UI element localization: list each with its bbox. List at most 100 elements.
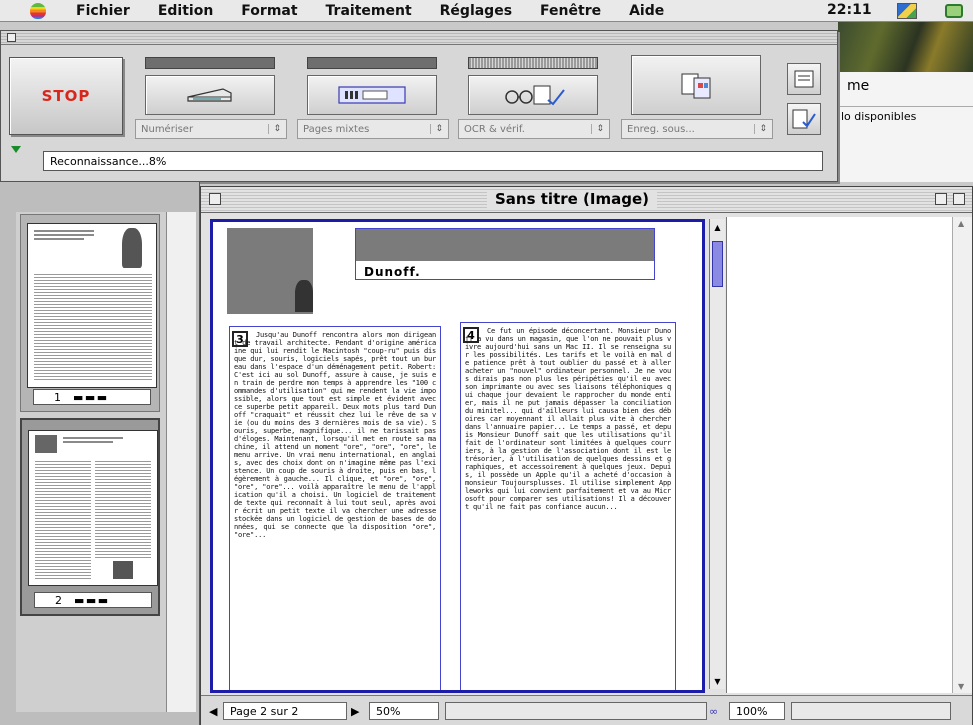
close-box-icon[interactable]: [209, 193, 221, 205]
page-1-number: 1: [54, 390, 61, 404]
chevron-updown-icon: ⇕: [591, 124, 604, 134]
menu-traitement[interactable]: Traitement: [326, 3, 412, 19]
scan-source-select[interactable]: Numériser ⇕: [135, 119, 287, 139]
ocr-progress-bar: [468, 57, 598, 69]
thumbnail-scrollbar[interactable]: [166, 212, 196, 712]
stage-pages: Pages mixtes ⇕: [297, 57, 449, 139]
stage-scan: Numériser ⇕: [135, 57, 287, 139]
page-2-number: 2: [55, 593, 62, 607]
scan-progress-bar: [145, 57, 275, 69]
recognized-text-pane[interactable]: [726, 217, 972, 693]
next-page-icon[interactable]: ▶: [351, 702, 359, 720]
page-layout-icon: [338, 86, 406, 104]
apple-menu-icon[interactable]: [30, 2, 46, 19]
verify-document-button[interactable]: [787, 103, 821, 135]
scanner-icon: [187, 88, 232, 102]
background-window-title: me: [847, 78, 870, 94]
page-1-preview: [27, 223, 157, 388]
page-1-dashes: ▬ ▬ ▬: [73, 390, 107, 404]
page-2-label: 2 ▬ ▬ ▬: [34, 592, 152, 608]
pages-mode-select[interactable]: Pages mixtes ⇕: [297, 119, 449, 139]
menu-format[interactable]: Format: [241, 3, 297, 19]
chevron-updown-icon: ⇕: [268, 124, 281, 134]
menu-edition[interactable]: Edition: [158, 3, 213, 19]
column-2-text: Ce fut un épisode déconcertant. Monsieur…: [465, 327, 671, 511]
page-2-preview: [28, 430, 158, 586]
page-1-illustration: [122, 228, 142, 268]
page-indicator: Page 2 sur 2: [223, 702, 347, 720]
scan-select-label: Numériser: [141, 123, 194, 135]
stage-save: Enreg. sous... ⇕: [621, 55, 773, 139]
background-window[interactable]: me lo disponibles: [838, 72, 973, 182]
page-2-dashes: ▬ ▬ ▬: [74, 593, 108, 607]
image-horizontal-scrollbar[interactable]: [445, 702, 707, 720]
ocr-button[interactable]: [468, 75, 598, 115]
heading-text: Dunoff.: [364, 265, 421, 279]
image-zoom-field[interactable]: 50%: [369, 702, 439, 720]
thumbnail-page-2[interactable]: 2 ▬ ▬ ▬: [20, 418, 160, 616]
save-select-label: Enreg. sous...: [627, 123, 695, 135]
image-window-titlebar[interactable]: Sans titre (Image): [201, 187, 972, 213]
document-settings-icon: [794, 70, 814, 88]
status-row: Reconnaissance...8%: [9, 146, 831, 173]
page-2-illustration: [113, 561, 133, 579]
pages-select-label: Pages mixtes: [303, 123, 370, 135]
heading-zone[interactable]: Dunoff.: [355, 228, 655, 280]
text-horizontal-scrollbar[interactable]: [791, 702, 951, 720]
column-1-text: Jusqu'au Dunoff rencontra alors mon diri…: [234, 331, 436, 539]
save-document-icon: [681, 73, 711, 99]
zoom-box-icon[interactable]: [935, 193, 947, 205]
chevron-updown-icon: ⇕: [754, 124, 767, 134]
page-2-column-right: [95, 459, 151, 559]
image-window-bottom-bar: ◀ Page 2 sur 2 ▶ 50% ∞ 100%: [201, 695, 972, 725]
save-as-button[interactable]: [631, 55, 761, 115]
help-icon[interactable]: [945, 4, 963, 18]
scroll-thumb[interactable]: [712, 241, 723, 287]
ocr-verify-icon: [505, 85, 565, 106]
image-vertical-scrollbar[interactable]: ▲ ▼: [709, 219, 725, 689]
menu-bar: Fichier Edition Format Traitement Réglag…: [0, 0, 973, 22]
scroll-down-arrow-icon[interactable]: ▼: [710, 673, 725, 689]
stop-button[interactable]: STOP: [9, 57, 123, 135]
image-window: Sans titre (Image) Dunoff. 3 Jusqu'au Du…: [200, 186, 973, 725]
save-format-select[interactable]: Enreg. sous... ⇕: [621, 119, 773, 139]
previous-page-icon[interactable]: ◀: [209, 702, 217, 720]
link-zoom-icon[interactable]: ∞: [709, 702, 718, 720]
pages-button[interactable]: [307, 75, 437, 115]
menu-reglages[interactable]: Réglages: [440, 3, 512, 19]
disclosure-triangle-icon[interactable]: [11, 146, 21, 153]
text-scroll-up-icon[interactable]: ▲: [958, 219, 964, 228]
status-field: Reconnaissance...8%: [43, 151, 823, 171]
palette-titlebar[interactable]: [1, 31, 837, 45]
collapse-box-icon[interactable]: [953, 193, 965, 205]
thumbnail-page-1[interactable]: 1 ▬ ▬ ▬: [20, 214, 160, 412]
menubar-clock[interactable]: 22:11: [827, 2, 872, 18]
scanned-page-canvas[interactable]: Dunoff. 3 Jusqu'au Dunoff rencontra alor…: [210, 219, 705, 693]
page-1-label: 1 ▬ ▬ ▬: [33, 389, 151, 405]
menu-aide[interactable]: Aide: [629, 3, 664, 19]
document-check-icon: [792, 109, 816, 129]
settings-document-button[interactable]: [787, 63, 821, 95]
page-2-column-left: [35, 459, 91, 579]
application-switcher-icon[interactable]: [897, 3, 917, 19]
heading-grey-block: [356, 229, 654, 261]
text-pane-scrollbar[interactable]: ▲ ▼: [952, 217, 972, 693]
ocr-mode-select[interactable]: OCR & vérif. ⇕: [458, 119, 610, 139]
picture-figure: [295, 280, 313, 312]
scroll-up-arrow-icon[interactable]: ▲: [710, 219, 725, 235]
scan-button[interactable]: [145, 75, 275, 115]
ocr-select-label: OCR & vérif.: [464, 123, 525, 135]
text-zone-4[interactable]: 4 Ce fut un épisode déconcertant. Monsie…: [460, 322, 676, 690]
page-1-text-block: [34, 272, 152, 382]
chevron-updown-icon: ⇕: [430, 124, 443, 134]
background-window-subtitle: lo disponibles: [839, 106, 973, 126]
page-2-image-block: [35, 435, 57, 453]
page-thumbnails-panel: 1 ▬ ▬ ▬ 2 ▬ ▬ ▬: [0, 182, 200, 725]
ocr-control-palette: STOP Numériser ⇕ Pages mixtes ⇕ OCR & vé…: [0, 30, 838, 182]
menu-fenetre[interactable]: Fenêtre: [540, 3, 601, 19]
text-scroll-down-icon[interactable]: ▼: [958, 682, 964, 691]
menu-fichier[interactable]: Fichier: [76, 3, 130, 19]
palette-close-box[interactable]: [7, 33, 16, 42]
text-zone-3[interactable]: 3 Jusqu'au Dunoff rencontra alors mon di…: [229, 326, 441, 690]
text-zoom-field[interactable]: 100%: [729, 702, 785, 720]
